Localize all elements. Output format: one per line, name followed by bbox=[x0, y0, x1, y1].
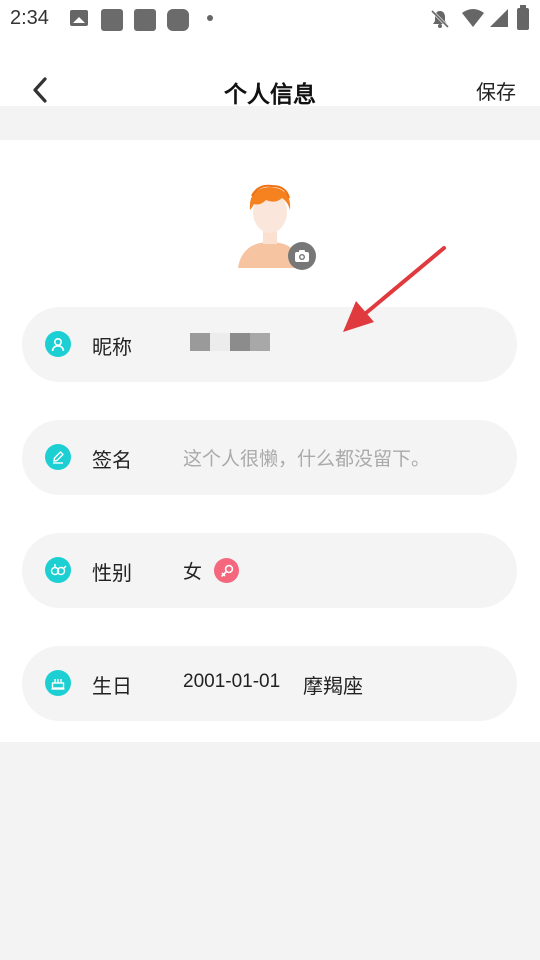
avatar[interactable] bbox=[232, 182, 318, 272]
more-notifications-dot-icon bbox=[207, 15, 213, 21]
nickname-value-obscured bbox=[190, 333, 270, 351]
wifi-icon bbox=[462, 9, 484, 27]
birthday-label: 生日 bbox=[92, 674, 132, 698]
pencil-icon bbox=[45, 444, 71, 470]
zodiac-sign: 摩羯座 bbox=[303, 674, 363, 698]
signature-field[interactable]: 这个人很懒，什么都没留下。 bbox=[183, 444, 430, 471]
app-notification-icon bbox=[101, 9, 123, 31]
gender-row[interactable]: 性别 女 bbox=[22, 533, 517, 608]
signature-row[interactable]: 签名 这个人很懒，什么都没留下。 bbox=[22, 420, 517, 495]
battery-icon bbox=[517, 5, 529, 30]
app-notification-icon bbox=[167, 9, 189, 31]
nickname-label: 昵称 bbox=[92, 335, 132, 359]
image-notification-icon bbox=[70, 10, 88, 26]
gender-label: 性别 bbox=[92, 561, 132, 585]
signature-label: 签名 bbox=[92, 448, 132, 472]
header: 个人信息 保存 bbox=[0, 38, 540, 108]
nickname-row[interactable]: 昵称 bbox=[22, 307, 517, 382]
birthday-date: 2001-01-01 bbox=[183, 671, 281, 692]
save-button[interactable]: 保存 bbox=[476, 76, 516, 105]
cake-icon bbox=[45, 670, 71, 696]
signal-icon bbox=[490, 9, 508, 27]
female-symbol-icon bbox=[214, 558, 239, 583]
app-notification-icon bbox=[134, 9, 156, 31]
user-icon bbox=[45, 331, 71, 357]
camera-icon bbox=[295, 250, 309, 262]
page-title: 个人信息 bbox=[224, 82, 316, 108]
bell-off-icon bbox=[430, 9, 450, 29]
camera-button[interactable] bbox=[288, 242, 316, 270]
status-time: 2:34 bbox=[10, 7, 49, 29]
profile-form: 昵称 签名 这个人很懒，什么都没留下。 性别 女 生日 2001-01-01 摩… bbox=[0, 140, 540, 742]
gender-value: 女 bbox=[183, 561, 203, 583]
birthday-row[interactable]: 生日 2001-01-01 摩羯座 bbox=[22, 646, 517, 721]
gender-icon bbox=[45, 557, 71, 583]
status-bar: 2:34 bbox=[0, 0, 540, 38]
